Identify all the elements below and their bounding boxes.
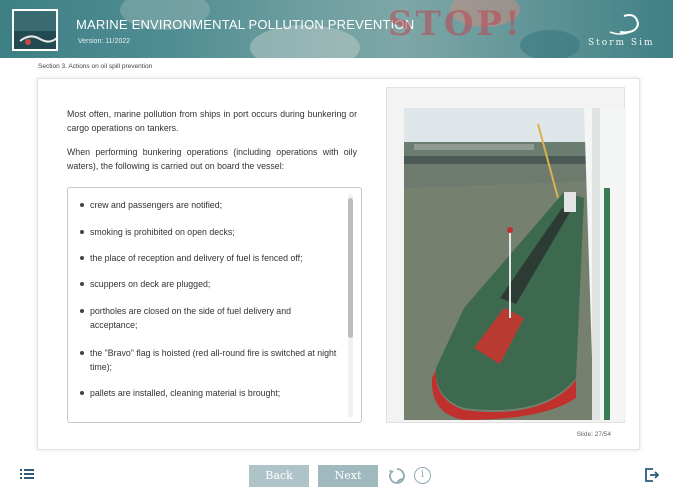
stop-graphic-text: STOP! <box>388 4 523 44</box>
list-item-text: pallets are installed, cleaning material… <box>90 388 281 398</box>
measures-list-box[interactable]: crew and passengers are notified; smokin… <box>67 187 362 423</box>
menu-line <box>24 473 34 475</box>
course-title: MARINE ENVIRONMENTAL POLLUTION PREVENTIO… <box>76 17 415 32</box>
list-scrollbar[interactable] <box>348 194 353 418</box>
list-item-text: portholes are closed on the side of fuel… <box>90 306 291 330</box>
list-item: pallets are installed, cleaning material… <box>80 386 340 400</box>
list-item-text: smoking is prohibited on open decks; <box>90 227 235 237</box>
list-item: smoking is prohibited on open decks; <box>80 225 340 239</box>
bullet-icon <box>80 391 84 395</box>
list-item: crew and passengers are notified; <box>80 198 340 212</box>
list-item: the place of reception and delivery of f… <box>80 251 340 265</box>
reload-icon[interactable] <box>388 467 406 485</box>
slide-counter: Slide: 27/54 <box>576 431 611 438</box>
bunkering-vessel-photo <box>404 108 626 420</box>
photo-frame <box>386 87 626 423</box>
bullet-icon <box>80 351 84 355</box>
menu-line <box>24 469 34 471</box>
menu-line <box>24 477 34 479</box>
banner-decoration <box>520 30 580 58</box>
exit-icon[interactable] <box>645 468 660 482</box>
info-icon[interactable]: i <box>414 467 431 484</box>
back-button[interactable]: Back <box>249 465 309 487</box>
menu-dot <box>20 473 22 475</box>
brand-name: Storm Sim <box>588 38 655 48</box>
measures-list: crew and passengers are notified; smokin… <box>68 188 348 422</box>
menu-dot <box>20 469 22 471</box>
wave-logo-icon <box>609 14 640 35</box>
list-item: the "Bravo" flag is hoisted (red all-rou… <box>80 346 340 374</box>
bullet-icon <box>80 282 84 286</box>
intro-paragraph-1: Most often, marine pollution from ships … <box>67 109 357 133</box>
list-item-text: scuppers on deck are plugged; <box>90 279 211 289</box>
menu-list-icon[interactable] <box>20 468 34 480</box>
course-logo <box>12 9 58 51</box>
course-version: Version: 11/2022 <box>78 38 131 45</box>
list-item-text: the place of reception and delivery of f… <box>90 253 303 263</box>
next-button[interactable]: Next <box>318 465 378 487</box>
scrollbar-thumb[interactable] <box>348 198 353 338</box>
list-item: scuppers on deck are plugged; <box>80 277 340 291</box>
brand-logo: Storm Sim <box>580 10 660 52</box>
intro-paragraph-2: When performing bunkering operations (in… <box>67 147 357 171</box>
list-item-text: crew and passengers are notified; <box>90 200 223 210</box>
bullet-icon <box>80 230 84 234</box>
breadcrumb: Section 3. Actions on oil spill preventi… <box>38 63 153 70</box>
list-item-text: the "Bravo" flag is hoisted (red all-rou… <box>90 348 337 372</box>
slide-card: Most often, marine pollution from ships … <box>37 78 640 450</box>
header-banner: MARINE ENVIRONMENTAL POLLUTION PREVENTIO… <box>0 0 673 58</box>
bullet-icon <box>80 203 84 207</box>
bullet-icon <box>80 256 84 260</box>
bullet-icon <box>80 309 84 313</box>
list-item: portholes are closed on the side of fuel… <box>80 304 340 332</box>
menu-dot <box>20 477 22 479</box>
